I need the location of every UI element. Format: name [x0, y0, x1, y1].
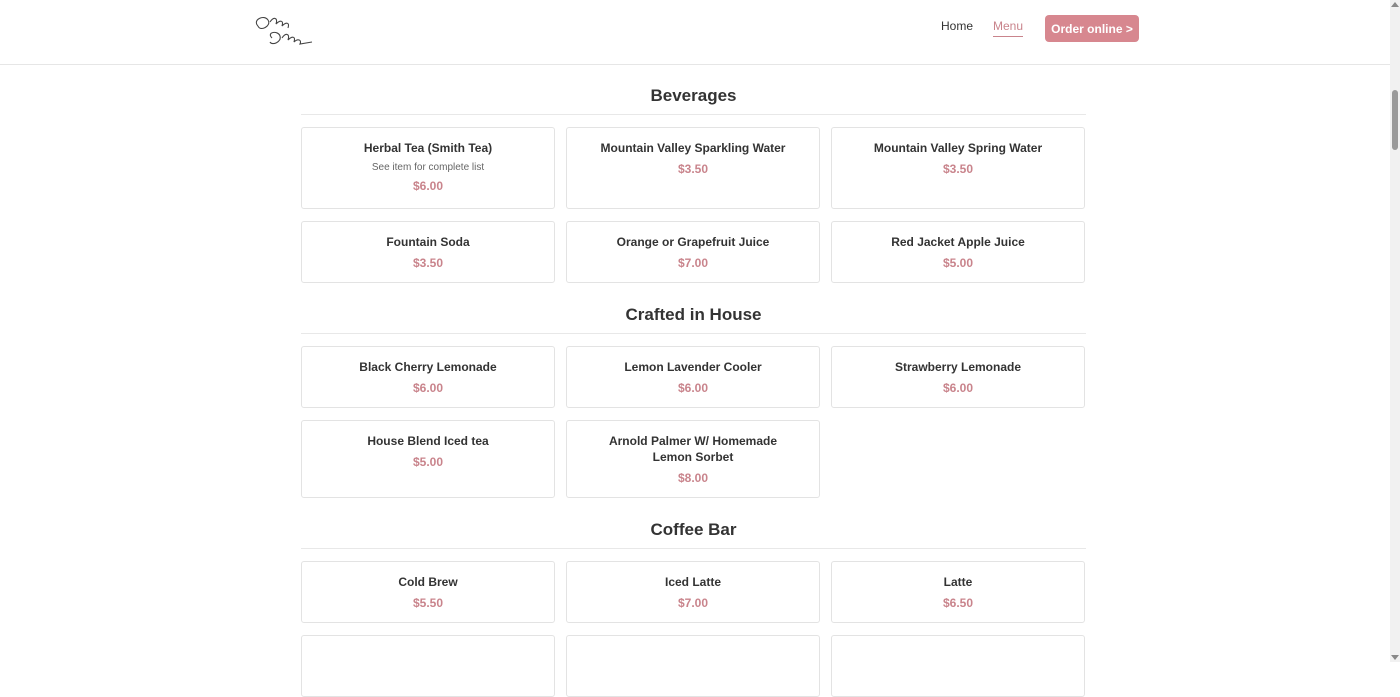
menu-item-name: Mountain Valley Spring Water	[873, 141, 1043, 155]
menu-item-description: See item for complete list	[371, 162, 485, 173]
menu-item-price: $6.50	[942, 596, 974, 610]
menu-item-name: Mountain Valley Sparkling Water	[600, 141, 786, 155]
menu-item-name: Cold Brew	[398, 575, 458, 589]
menu-item-name: House Blend Iced tea	[367, 434, 489, 448]
menu-item-card-partial[interactable]	[301, 635, 555, 697]
menu-item-name: Orange or Grapefruit Juice	[616, 235, 770, 249]
menu-item-price: $8.00	[677, 471, 709, 485]
menu-item-name: Strawberry Lemonade	[894, 360, 1022, 374]
menu-item-card[interactable]: House Blend Iced tea $5.00	[301, 420, 555, 498]
menu-item-name: Iced Latte	[664, 575, 721, 589]
menu-item-price: $5.50	[412, 596, 444, 610]
menu-item-card[interactable]: Cold Brew $5.50	[301, 561, 555, 623]
menu-item-price: $5.00	[412, 455, 444, 469]
menu-item-card[interactable]: Strawberry Lemonade $6.00	[831, 346, 1085, 408]
menu-item-name: Arnold Palmer W/ Homemade Lemon Sorbet	[608, 434, 778, 464]
menu-item-name: Fountain Soda	[386, 235, 470, 249]
menu-item-card[interactable]: Latte $6.50	[831, 561, 1085, 623]
menu-item-name: Lemon Lavender Cooler	[624, 360, 762, 374]
menu-item-card[interactable]: Fountain Soda $3.50	[301, 221, 555, 283]
menu-item-name: Herbal Tea (Smith Tea)	[363, 141, 493, 155]
menu-item-price: $3.50	[412, 256, 444, 270]
menu-content: Beverages Herbal Tea (Smith Tea) See ite…	[301, 64, 1086, 697]
menu-grid-coffee-bar: Cold Brew $5.50 Iced Latte $7.00 Latte $…	[301, 549, 1086, 697]
scroll-up-arrow-icon[interactable]	[1391, 2, 1399, 7]
menu-grid-crafted-in-house: Black Cherry Lemonade $6.00 Lemon Lavend…	[301, 334, 1086, 498]
menu-item-card[interactable]: Orange or Grapefruit Juice $7.00	[566, 221, 820, 283]
menu-item-price: $6.00	[412, 179, 444, 193]
menu-item-card[interactable]: Arnold Palmer W/ Homemade Lemon Sorbet $…	[566, 420, 820, 498]
menu-item-price: $3.50	[677, 162, 709, 176]
scroll-down-arrow-icon[interactable]	[1391, 655, 1399, 660]
menu-item-price: $6.00	[942, 381, 974, 395]
menu-item-card-partial[interactable]	[566, 635, 820, 697]
cafe-logo[interactable]	[250, 12, 314, 52]
scrollbar-thumb[interactable]	[1392, 90, 1398, 150]
nav-menu-link[interactable]: Menu	[993, 19, 1024, 37]
menu-item-price: $7.00	[677, 256, 709, 270]
menu-item-price: $7.00	[677, 596, 709, 610]
menu-item-price: $6.00	[412, 381, 444, 395]
menu-item-card[interactable]: Black Cherry Lemonade $6.00	[301, 346, 555, 408]
section-title-coffee-bar: Coffee Bar	[301, 498, 1086, 549]
menu-item-card-partial[interactable]	[831, 635, 1085, 697]
menu-item-card[interactable]: Herbal Tea (Smith Tea) See item for comp…	[301, 127, 555, 209]
nav-home-link[interactable]: Home	[941, 19, 973, 33]
menu-item-card[interactable]: Mountain Valley Sparkling Water $3.50	[566, 127, 820, 209]
menu-grid-beverages: Herbal Tea (Smith Tea) See item for comp…	[301, 115, 1086, 283]
vertical-scrollbar[interactable]	[1390, 0, 1400, 662]
section-title-crafted-in-house: Crafted in House	[301, 283, 1086, 334]
menu-item-card[interactable]: Lemon Lavender Cooler $6.00	[566, 346, 820, 408]
menu-item-price: $3.50	[942, 162, 974, 176]
menu-item-price: $5.00	[942, 256, 974, 270]
menu-item-name: Latte	[943, 575, 973, 589]
site-header: Home Menu Order online >	[0, 0, 1390, 65]
menu-item-card[interactable]: Red Jacket Apple Juice $5.00	[831, 221, 1085, 283]
order-online-button[interactable]: Order online >	[1045, 15, 1139, 42]
menu-item-price: $6.00	[677, 381, 709, 395]
section-title-beverages: Beverages	[301, 64, 1086, 115]
logo-script-icon	[255, 17, 313, 45]
menu-item-card[interactable]: Iced Latte $7.00	[566, 561, 820, 623]
menu-item-card[interactable]: Mountain Valley Spring Water $3.50	[831, 127, 1085, 209]
menu-item-name: Red Jacket Apple Juice	[891, 235, 1025, 249]
menu-item-name: Black Cherry Lemonade	[359, 360, 497, 374]
